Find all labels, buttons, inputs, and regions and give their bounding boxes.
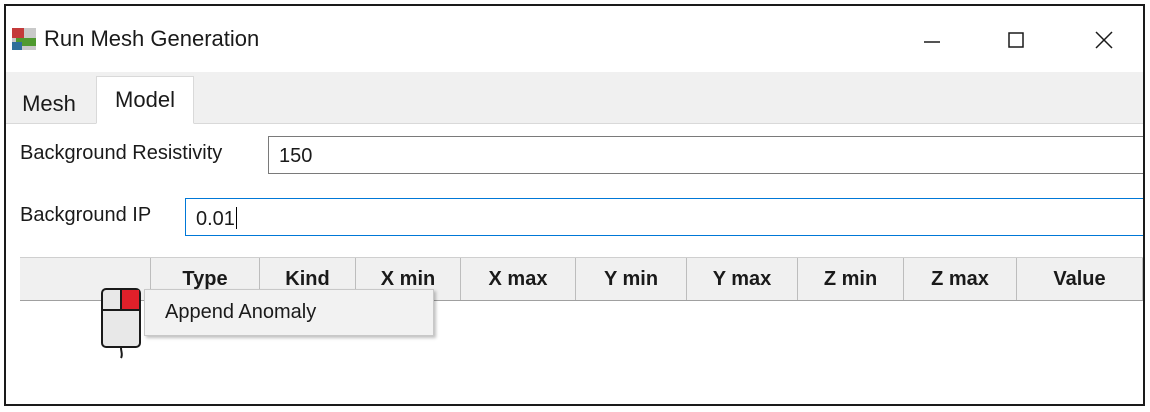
column-header-y-max[interactable]: Y max <box>687 258 798 300</box>
background-ip-label: Background IP <box>20 204 152 226</box>
background-resistivity-input[interactable]: 150 <box>268 136 1143 174</box>
minimize-icon <box>924 41 940 43</box>
maximize-button[interactable] <box>986 14 1046 66</box>
maximize-icon <box>1008 32 1024 48</box>
model-tab-panel: Background Resistivity 150 Background IP… <box>6 124 1143 404</box>
title-bar: Run Mesh Generation <box>6 6 1143 72</box>
window-title: Run Mesh Generation <box>44 26 260 51</box>
column-header-z-min[interactable]: Z min <box>798 258 904 300</box>
column-header-y-min[interactable]: Y min <box>576 258 687 300</box>
column-header-value[interactable]: Value <box>1017 258 1143 300</box>
close-button[interactable] <box>1074 14 1134 66</box>
mesh-app-icon <box>12 28 36 50</box>
background-ip-input[interactable]: 0.01 <box>185 198 1143 236</box>
column-header-x-max[interactable]: X max <box>461 258 576 300</box>
tab-mesh[interactable]: Mesh <box>6 84 92 124</box>
background-resistivity-value: 150 <box>279 145 313 167</box>
background-resistivity-label: Background Resistivity <box>20 142 223 164</box>
text-caret <box>235 207 237 229</box>
tab-bar: Mesh Model <box>6 72 1143 124</box>
minimize-button[interactable] <box>902 14 962 66</box>
context-menu: Append Anomaly <box>144 289 434 336</box>
mouse-right-click-icon <box>101 288 141 359</box>
menu-item-append-anomaly[interactable]: Append Anomaly <box>165 301 316 324</box>
tab-model[interactable]: Model <box>96 76 194 124</box>
column-header-z-max[interactable]: Z max <box>904 258 1017 300</box>
run-mesh-generation-window: Run Mesh Generation Mesh Model Backgroun… <box>4 4 1145 406</box>
background-ip-value: 0.01 <box>196 208 235 230</box>
close-icon <box>1095 31 1113 49</box>
